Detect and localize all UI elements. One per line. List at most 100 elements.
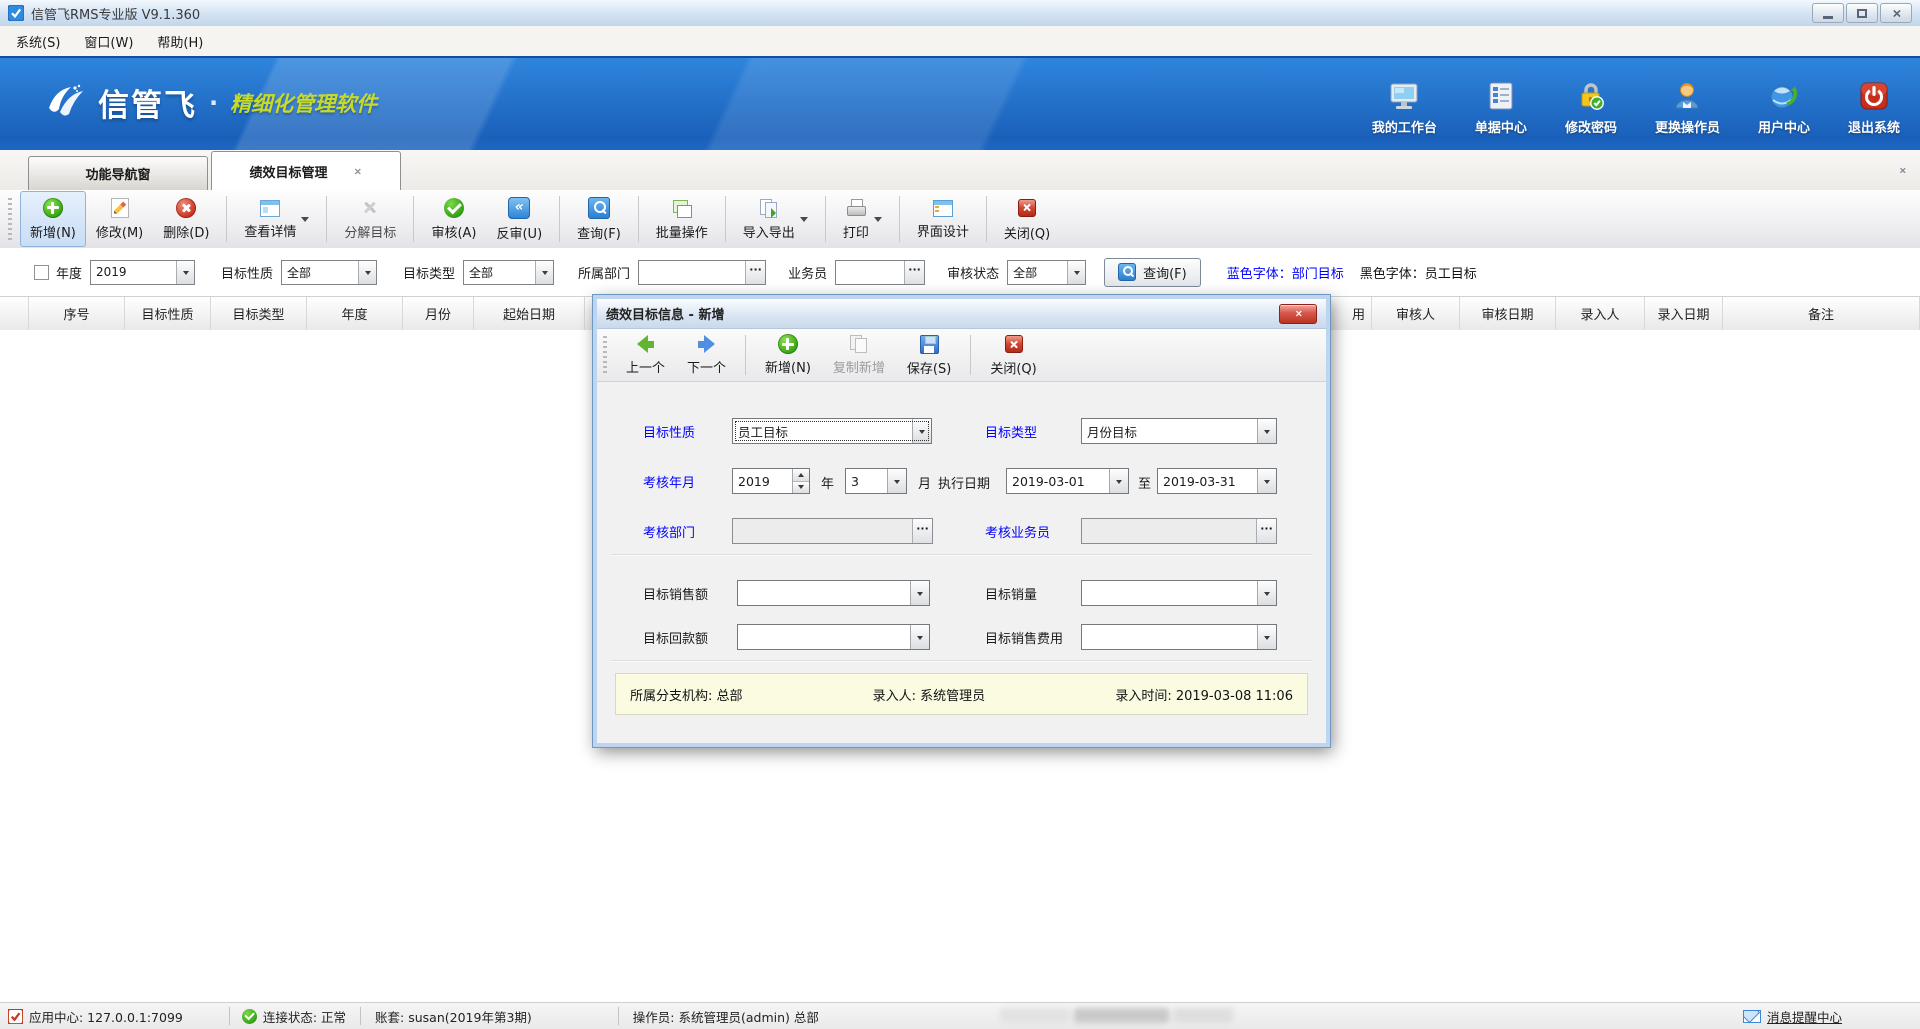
menu-window[interactable]: 窗口(W): [72, 27, 145, 56]
combo-arrow-button[interactable]: [912, 419, 931, 443]
year-combo[interactable]: 2019: [90, 260, 195, 285]
maximize-button[interactable]: [1846, 3, 1878, 23]
exec-to-combo[interactable]: 2019-03-31: [1157, 468, 1277, 494]
grid-header-month[interactable]: 月份: [403, 297, 474, 330]
banner-item-user-center[interactable]: 用户中心: [1758, 80, 1810, 136]
grid-header-recorder[interactable]: 录入人: [1556, 297, 1645, 330]
year-checkbox[interactable]: [34, 265, 49, 280]
combo-arrow-button[interactable]: [910, 625, 929, 649]
grid-header-audit-date[interactable]: 审核日期: [1460, 297, 1556, 330]
toolbar-batch-button[interactable]: 批量操作: [646, 191, 718, 247]
dialog-copy-add-button[interactable]: 复制新增: [822, 331, 896, 379]
combo-arrow-button[interactable]: [176, 261, 194, 284]
combo-arrow-button[interactable]: [1257, 469, 1276, 493]
dept-lookup-button[interactable]: [745, 261, 765, 284]
toolbar-approve-button[interactable]: 审核(A): [421, 191, 486, 247]
tab-performance-target[interactable]: 绩效目标管理: [211, 151, 401, 190]
tab-close-icon[interactable]: [353, 167, 360, 174]
type-combo[interactable]: 月份目标: [1081, 418, 1277, 444]
close-window-button[interactable]: [1880, 3, 1912, 23]
combo-arrow-button[interactable]: [1257, 419, 1276, 443]
grid-header-year[interactable]: 年度: [307, 297, 403, 330]
combo-arrow-button[interactable]: [1109, 469, 1128, 493]
combo-arrow-button[interactable]: [1257, 581, 1276, 605]
payment-combo[interactable]: [737, 624, 930, 650]
dept-field[interactable]: [638, 260, 766, 285]
dialog-save-button[interactable]: 保存(S): [896, 331, 962, 380]
dept-lookup-button[interactable]: [912, 519, 932, 543]
toolbar-import-export-button[interactable]: 导入导出: [733, 191, 818, 247]
combo-arrow-button[interactable]: [887, 469, 906, 493]
arrow-left-icon: [637, 334, 654, 354]
dialog-close-button[interactable]: [1279, 304, 1317, 324]
month-combo[interactable]: 3: [845, 468, 907, 494]
dropdown-caret-icon[interactable]: [800, 217, 808, 226]
combo-arrow-button[interactable]: [910, 581, 929, 605]
query-button[interactable]: 查询(F): [1104, 258, 1201, 287]
combo-arrow-button[interactable]: [358, 261, 376, 284]
sales-fee-combo[interactable]: [1081, 624, 1277, 650]
combo-arrow-button[interactable]: [535, 261, 553, 284]
grid-header-type[interactable]: 目标类型: [211, 297, 307, 330]
grid-header-remark[interactable]: 备注: [1723, 297, 1920, 330]
grid-header-seq[interactable]: 序号: [29, 297, 125, 330]
dialog-title-bar[interactable]: 绩效目标信息 - 新增: [597, 299, 1326, 329]
toolbar-print-button[interactable]: 打印: [833, 191, 892, 247]
audit-status-combo[interactable]: 全部: [1007, 260, 1086, 285]
tabstrip-close-icon[interactable]: [1899, 167, 1906, 174]
nature-combo[interactable]: 员工目标: [732, 418, 932, 444]
banner-item-documents[interactable]: 单据中心: [1475, 80, 1527, 136]
combo-arrow-button[interactable]: [1257, 625, 1276, 649]
envelope-icon: [1743, 1010, 1761, 1023]
menu-system[interactable]: 系统(S): [4, 27, 72, 56]
dropdown-caret-icon[interactable]: [301, 217, 309, 226]
spin-down-button[interactable]: [793, 481, 809, 494]
dialog-prev-button[interactable]: 上一个: [615, 331, 676, 379]
delete-icon: [176, 198, 196, 218]
dropdown-caret-icon[interactable]: [874, 217, 882, 226]
grid-header-nature[interactable]: 目标性质: [125, 297, 211, 330]
year-spinner[interactable]: 2019: [732, 468, 810, 494]
grid-header-record-date[interactable]: 录入日期: [1645, 297, 1723, 330]
combo-arrow-button[interactable]: [1067, 261, 1085, 284]
salesman-lookup-button[interactable]: [1256, 519, 1276, 543]
toolbar-add-button[interactable]: 新增(N): [20, 191, 86, 247]
toolbar-unapprove-button[interactable]: 反审(U): [486, 191, 552, 247]
banner-item-workbench[interactable]: 我的工作台: [1372, 80, 1437, 136]
toolbar-close-button[interactable]: 关闭(Q): [994, 191, 1060, 247]
toolbar-query-button[interactable]: 查询(F): [567, 191, 631, 247]
nature-combo[interactable]: 全部: [281, 260, 377, 285]
tab-function-navigator[interactable]: 功能导航窗: [28, 156, 208, 190]
to-label: 至: [1138, 473, 1151, 492]
spin-up-button[interactable]: [793, 469, 809, 481]
dialog-add-button[interactable]: 新增(N): [754, 331, 822, 379]
salesman-lookup-button[interactable]: [904, 261, 924, 284]
salesman-field[interactable]: [835, 260, 925, 285]
dialog-close-toolbar-button[interactable]: 关闭(Q): [979, 330, 1047, 380]
toolbar-ui-design-button[interactable]: 界面设计: [907, 191, 979, 247]
banner-item-change-password[interactable]: 修改密码: [1565, 80, 1617, 136]
minimize-button[interactable]: [1812, 3, 1844, 23]
grid-header-start-date[interactable]: 起始日期: [474, 297, 585, 330]
assess-dept-field[interactable]: [732, 518, 933, 544]
toolbar-separator: [745, 335, 746, 375]
dialog-next-button[interactable]: 下一个: [676, 331, 737, 379]
message-center-link[interactable]: 消息提醒中心: [1743, 1007, 1842, 1026]
grid-header-selector[interactable]: [0, 297, 29, 330]
toolbar-split-target-button[interactable]: 分解目标: [334, 191, 406, 247]
assess-salesman-field[interactable]: [1081, 518, 1277, 544]
grid-header-auditor[interactable]: 审核人: [1372, 297, 1460, 330]
title-bar: 信管飞RMS专业版 V9.1.360: [0, 0, 1920, 27]
banner-item-exit-system[interactable]: 退出系统: [1848, 80, 1900, 136]
type-combo[interactable]: 全部: [463, 260, 554, 285]
exec-from-combo[interactable]: 2019-03-01: [1006, 468, 1129, 494]
sales-qty-combo[interactable]: [1081, 580, 1277, 606]
menu-help[interactable]: 帮助(H): [145, 27, 215, 56]
toolbar-delete-button[interactable]: 删除(D): [153, 191, 219, 247]
sales-amount-combo[interactable]: [737, 580, 930, 606]
spinner-buttons[interactable]: [792, 469, 809, 493]
toolbar-edit-button[interactable]: 修改(M): [86, 191, 153, 247]
banner-item-switch-operator[interactable]: 更换操作员: [1655, 80, 1720, 136]
toolbar-separator: [226, 196, 227, 242]
toolbar-view-detail-button[interactable]: 查看详情: [234, 191, 319, 247]
